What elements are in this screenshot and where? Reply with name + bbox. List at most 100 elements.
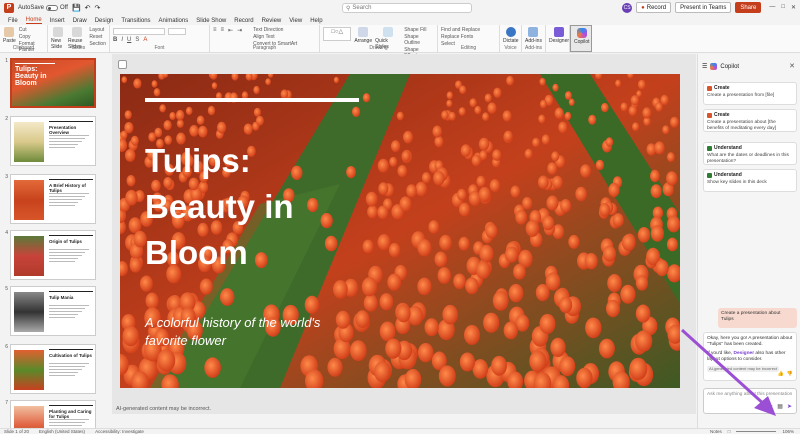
copilot-chat-input[interactable]: Ask me anything about this presentation … [703, 388, 797, 414]
prompt-guide-icon[interactable]: ✦ [768, 403, 773, 410]
copilot-ribbon-button[interactable]: Copilot [574, 28, 590, 45]
copilot-logo-icon [710, 63, 718, 70]
cut-button[interactable]: Cut [19, 27, 44, 33]
redo-icon[interactable]: ↷ [95, 4, 101, 12]
tulip-flower [632, 122, 640, 132]
tulip-flower [403, 130, 413, 144]
thumbnail-body-lines [49, 193, 93, 208]
designer-button[interactable]: Designer [549, 27, 569, 44]
record-button[interactable]: ● Record [636, 2, 672, 13]
tulip-flower [525, 220, 540, 237]
close-icon[interactable]: ✕ [791, 4, 796, 11]
text-direction-button[interactable]: Text Direction [253, 27, 297, 33]
thumbs-up-icon[interactable]: 👍 [778, 371, 784, 377]
paste-button[interactable]: Paste [3, 27, 16, 44]
thumbs-down-icon[interactable]: 👎 [787, 371, 793, 377]
language-status[interactable]: English (United States) [39, 429, 85, 434]
tab-draw[interactable]: Draw [73, 18, 87, 24]
tab-view[interactable]: View [289, 18, 302, 24]
tulip-flower [458, 107, 466, 116]
autosave-toggle[interactable] [46, 5, 59, 11]
zoom-slider[interactable] [736, 431, 777, 432]
maximize-icon[interactable]: □ [781, 4, 785, 11]
minimize-icon[interactable]: — [769, 4, 775, 11]
copy-button[interactable]: Copy [19, 34, 44, 40]
slide-thumbnail[interactable]: Origin of Tulips [10, 230, 96, 280]
tulip-flower [220, 288, 235, 306]
send-icon[interactable]: ➤ [787, 403, 792, 410]
tulip-flower [460, 144, 471, 157]
tulip-flower [637, 227, 651, 243]
tab-transitions[interactable]: Transitions [121, 18, 150, 24]
tab-review[interactable]: Review [262, 18, 282, 24]
tulip-flower [424, 318, 439, 337]
tab-record[interactable]: Record [234, 18, 253, 24]
tab-file[interactable]: File [8, 18, 18, 24]
slide-number: 2 [5, 116, 8, 122]
canvas-options-icon[interactable] [118, 60, 127, 69]
notes-button[interactable]: Notes [710, 429, 722, 434]
tulip-flower [540, 99, 547, 109]
suggestion-text: Show key slides in this deck [707, 180, 767, 185]
thumbnail-image [14, 122, 44, 162]
copilot-menu-icon[interactable]: ☰ [702, 63, 707, 70]
tab-animations[interactable]: Animations [159, 18, 189, 24]
tulip-flower [438, 365, 456, 387]
slide-thumbnail[interactable]: Tulip Mania [10, 286, 96, 336]
addins-button[interactable]: Add-ins [525, 27, 542, 44]
reset-button[interactable]: Reset [89, 34, 106, 40]
tab-home[interactable]: Home [25, 17, 42, 24]
tulip-flower [448, 111, 456, 121]
tulip-flower [378, 182, 389, 196]
copilot-suggestion-card[interactable]: Understand What are the dates or deadline… [703, 142, 797, 165]
tulip-flower [126, 175, 136, 187]
paragraph-list-buttons[interactable]: ≡ ≡ ⇤ ⇥ [213, 27, 242, 34]
slide-subtitle[interactable]: A colorful history of the world's favori… [145, 314, 360, 350]
layout-button[interactable]: Layout [89, 27, 106, 33]
tulip-flower [588, 114, 597, 125]
shape-fill-button[interactable]: Shape Fill [404, 27, 434, 33]
attach-icon[interactable]: ▦ [777, 403, 783, 410]
dictate-button[interactable]: Dictate [503, 27, 519, 44]
slide-number: 4 [5, 230, 8, 236]
search-input[interactable]: ⚲ Search [342, 3, 472, 13]
copilot-close-icon[interactable]: ✕ [789, 62, 795, 70]
tab-help[interactable]: Help [310, 18, 322, 24]
tab-slide-show[interactable]: Slide Show [196, 18, 226, 24]
arrange-button[interactable]: Arrange [354, 27, 372, 44]
copilot-suggestion-card[interactable]: Understand Show key slides in this deck [703, 169, 797, 192]
main-slide[interactable]: Tulips: Beauty in Bloom A colorful histo… [120, 74, 680, 388]
copilot-suggestion-card[interactable]: Create Create a presentation about [the b… [703, 109, 797, 132]
thumbnail-rule [49, 291, 93, 292]
designer-link[interactable]: Designer [734, 351, 755, 356]
accessibility-status[interactable]: Accessibility: Investigate [95, 429, 144, 434]
slide-title[interactable]: Tulips: Beauty in Bloom [145, 138, 365, 276]
font-format-buttons[interactable]: BIUSA [113, 37, 147, 43]
slide-thumbnail[interactable]: Planting and Caring for Tulips [10, 400, 96, 428]
align-text-button[interactable]: Align Text [253, 34, 297, 40]
slide-thumbnail[interactable]: Tulips: Beauty in Bloom [10, 58, 96, 108]
slide-thumbnail[interactable]: A Brief History of Tulips [10, 174, 96, 224]
tulip-flower [642, 107, 652, 119]
present-in-teams-button[interactable]: Present in Teams [675, 2, 732, 13]
replace-fonts-button[interactable]: Replace Fonts [441, 34, 480, 40]
slide-thumbnail[interactable]: Presentation Overview [10, 116, 96, 166]
slide-thumbnail[interactable]: Cultivation of Tulips [10, 344, 96, 394]
undo-icon[interactable]: ↶ [85, 4, 91, 12]
tulip-flower [145, 292, 159, 310]
normal-view-icon[interactable]: □ [728, 429, 731, 434]
tab-design[interactable]: Design [95, 18, 114, 24]
share-button[interactable]: Share [735, 2, 762, 13]
shapes-gallery[interactable]: □○△ [323, 27, 352, 41]
find-replace-button[interactable]: Find and Replace [441, 27, 480, 33]
font-size-dropdown[interactable] [168, 28, 186, 35]
designer-icon [554, 27, 564, 37]
font-name-dropdown[interactable] [113, 28, 165, 35]
tulip-flower [390, 140, 401, 153]
zoom-level[interactable]: 106% [782, 429, 794, 434]
copilot-suggestion-card[interactable]: Create Create a presentation from [file] [703, 82, 797, 105]
tab-insert[interactable]: Insert [50, 18, 65, 24]
autosave-control[interactable]: AutoSave Off [18, 5, 68, 11]
save-icon[interactable]: 💾 [72, 4, 81, 12]
avatar[interactable]: CS [622, 2, 633, 13]
